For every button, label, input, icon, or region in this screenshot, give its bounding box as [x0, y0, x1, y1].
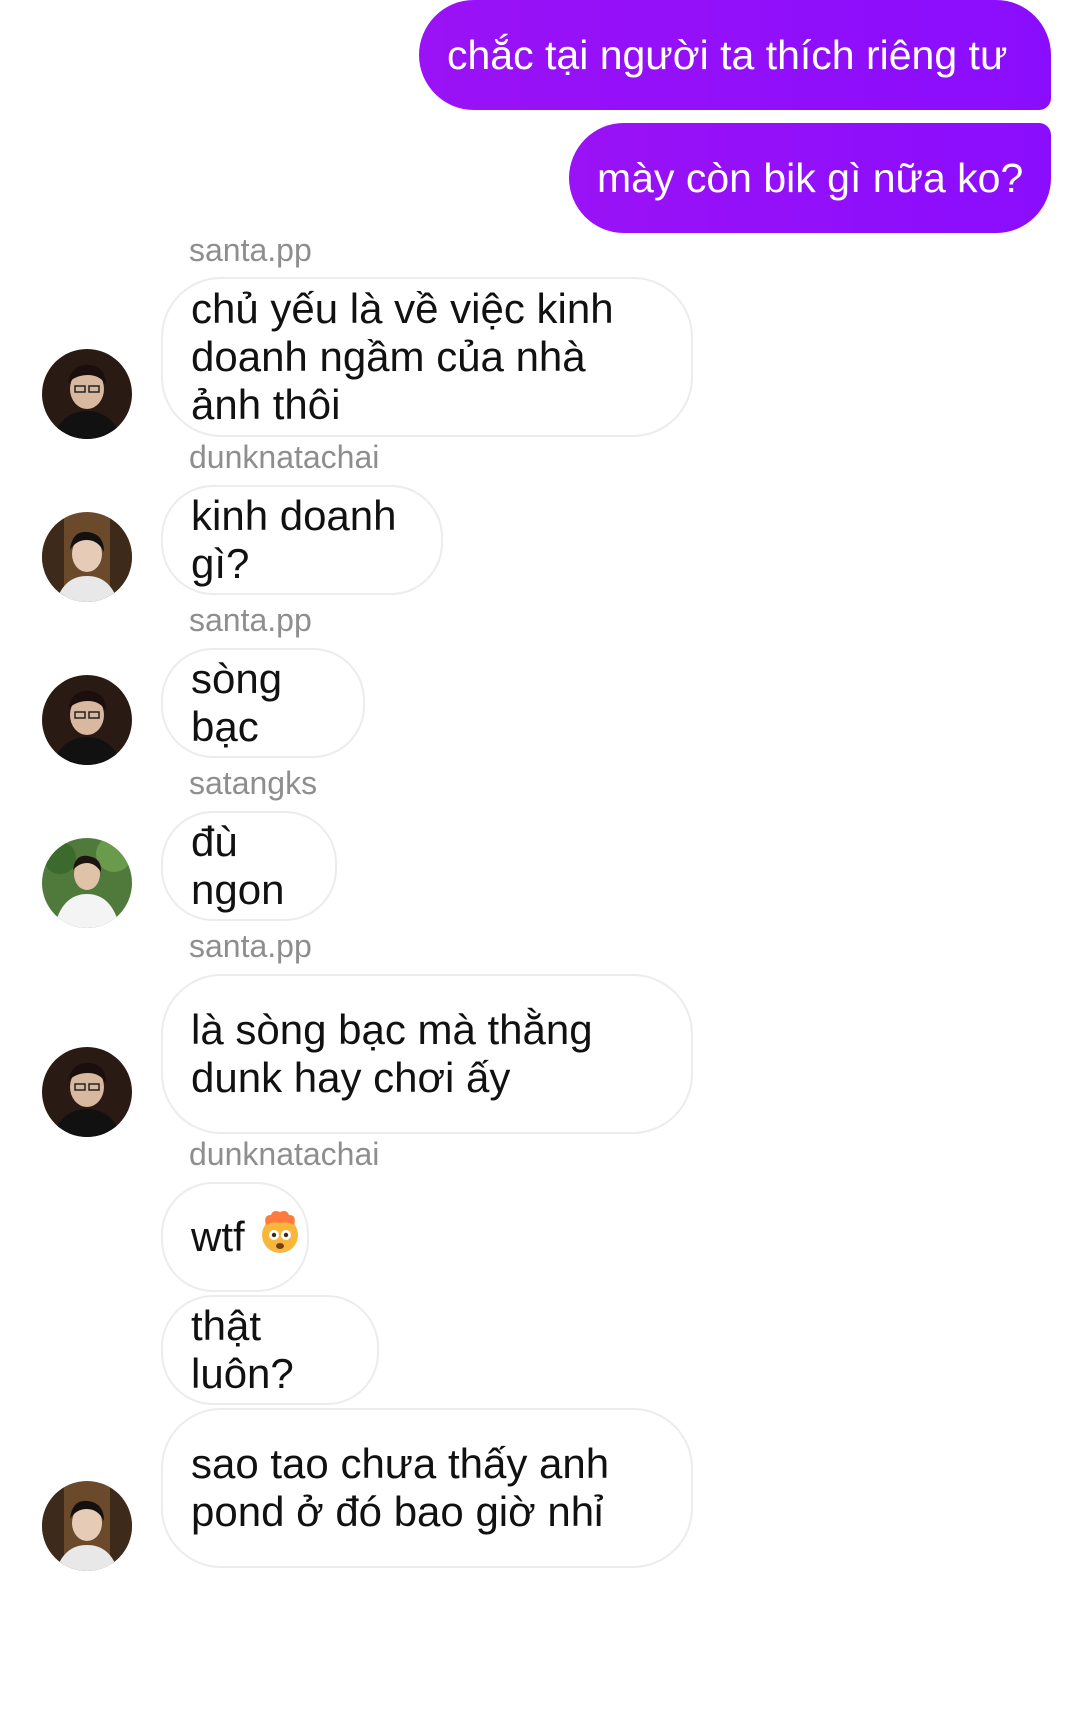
santa-avatar[interactable]: [42, 675, 132, 765]
sender-name: dunknatachai: [189, 439, 380, 475]
sender-name: santa.pp: [189, 602, 312, 638]
santa-avatar[interactable]: [42, 1047, 132, 1137]
incoming-message[interactable]: là sòng bạc mà thằng dunk hay chơi ấy: [161, 974, 693, 1134]
message-text: kinh doanh gì?: [191, 492, 397, 587]
sender-name: dunknatachai: [189, 1136, 380, 1172]
exploding-head-emoji: [257, 1209, 303, 1265]
sender-name: satangks: [189, 765, 318, 801]
message-text: sao tao chưa thấy anh pond ở đó bao giờ …: [191, 1440, 610, 1535]
incoming-message[interactable]: sao tao chưa thấy anh pond ở đó bao giờ …: [161, 1408, 693, 1568]
santa-avatar[interactable]: [42, 349, 132, 439]
incoming-message[interactable]: thật luôn?: [161, 1295, 379, 1405]
message-text: sòng bạc: [191, 655, 283, 750]
outgoing-message[interactable]: chắc tại người ta thích riêng tư: [419, 0, 1051, 110]
message-text: chủ yếu là về việc kinh doanh ngầm của n…: [191, 285, 614, 428]
sender-name: santa.pp: [189, 232, 312, 268]
satang-avatar[interactable]: [42, 838, 132, 928]
chat-thread[interactable]: chắc tại người ta thích riêng tư mày còn…: [0, 0, 1080, 1711]
dunk-avatar[interactable]: [42, 1481, 132, 1571]
message-text: thật luôn?: [191, 1302, 294, 1397]
incoming-message[interactable]: kinh doanh gì?: [161, 485, 443, 595]
dunk-avatar[interactable]: [42, 512, 132, 602]
outgoing-message[interactable]: mày còn bik gì nữa ko?: [569, 123, 1051, 233]
incoming-message[interactable]: wtf: [161, 1182, 309, 1292]
message-text: là sòng bạc mà thằng dunk hay chơi ấy: [191, 1006, 593, 1101]
incoming-message[interactable]: sòng bạc: [161, 648, 365, 758]
incoming-message[interactable]: đù ngon: [161, 811, 337, 921]
sender-name: santa.pp: [189, 928, 312, 964]
message-text: wtf: [191, 1213, 245, 1260]
incoming-message[interactable]: chủ yếu là về việc kinh doanh ngầm của n…: [161, 277, 693, 437]
message-text: đù ngon: [191, 818, 285, 913]
